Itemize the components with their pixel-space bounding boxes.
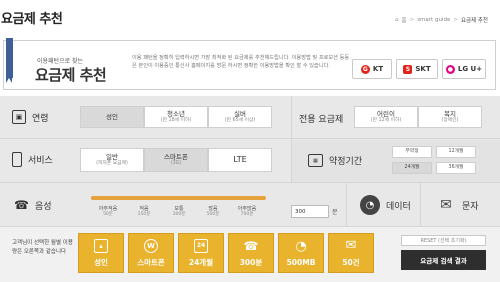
calendar-icon: 24 <box>194 238 208 253</box>
voice-tick[interactable]: 많음 500분 <box>198 206 228 218</box>
data-label: 데이터 <box>386 201 411 212</box>
column-divider <box>346 183 347 226</box>
home-icon[interactable]: ⌂ <box>395 17 399 23</box>
breadcrumb-separator: > <box>409 17 415 23</box>
option-sublabel: (3G) <box>170 161 182 166</box>
option-sublabel: (만 18세 이하) <box>160 118 192 123</box>
voice-tick[interactable]: 아주적음 50분 <box>90 206 126 218</box>
lguplus-logo-icon: ● <box>445 64 455 74</box>
service-option-feature-phone[interactable]: 일반 (피처폰 요금제) <box>80 148 144 172</box>
header-description: 이용 패턴을 정확히 입력하시면 가장 최적화 된 요금제를 추천해드립니다. … <box>132 55 350 69</box>
carrier-lguplus-label: LG U+ <box>457 65 483 73</box>
result-tile-contract: 24 24개월 <box>178 233 224 273</box>
contract-option-12[interactable]: 12개월 <box>436 146 476 158</box>
result-tile-voice: ☎ 300분 <box>228 233 274 273</box>
row-divider <box>0 138 500 139</box>
reset-button[interactable]: RESET (선택 초기화) <box>401 235 486 246</box>
contract-row-label: ▦ 약정기간 <box>308 154 362 167</box>
search-result-button[interactable]: 요금제 검색 결과 <box>401 250 486 270</box>
age-option-teen[interactable]: 청소년 (만 18세 이하) <box>144 106 208 128</box>
person-icon: ▣ <box>12 110 26 124</box>
special-plan-label: 전용 요금제 <box>299 115 344 125</box>
column-divider <box>420 183 421 226</box>
option-sublabel: (피처폰 요금제) <box>96 161 128 166</box>
pie-chart-icon: ◔ <box>295 239 307 254</box>
option-label: 24개월 <box>404 165 420 170</box>
option-label: 36개월 <box>448 165 464 170</box>
special-option-welfare[interactable]: 복지 (장애인) <box>418 106 482 128</box>
page-title: 요금제 추천 <box>1 12 63 27</box>
voice-tick[interactable]: 보통 300분 <box>164 206 194 218</box>
bookmark-ribbon-icon <box>6 38 13 83</box>
result-tile-sms: ✉ 50건 <box>328 233 374 273</box>
age-label: 연령 <box>32 113 49 124</box>
option-label: 일반 <box>106 153 118 161</box>
breadcrumb-separator: > <box>453 17 458 23</box>
voice-label: 음성 <box>34 201 52 212</box>
voice-tick[interactable]: 적음 150분 <box>129 206 159 218</box>
header-title: 요금제 추천 <box>35 66 107 84</box>
row-divider <box>0 182 500 183</box>
contract-option-none[interactable]: 무약정 <box>392 146 432 158</box>
option-sublabel: (만 12세 이하) <box>370 118 402 123</box>
voice-slider-fill <box>91 196 266 200</box>
option-label: 성인 <box>106 113 118 121</box>
voice-row-label: ☎ 음성 <box>14 198 52 212</box>
option-sublabel: (장애인) <box>441 118 459 123</box>
carrier-kt-label: KT <box>372 65 384 73</box>
carrier-kt-button[interactable]: G KT <box>352 59 392 79</box>
result-tile-age: ▴ 성인 <box>78 233 124 273</box>
breadcrumb-smart-guide[interactable]: smart guide <box>417 17 450 23</box>
phone-icon: ☎ <box>243 238 259 253</box>
envelope-icon: ✉ <box>440 197 452 213</box>
age-option-adult[interactable]: 성인 <box>80 106 144 128</box>
option-label: 무약정 <box>405 149 419 154</box>
person-icon: ▴ <box>94 238 108 253</box>
option-label: 복지 <box>444 110 456 118</box>
option-label: 12개월 <box>448 149 464 154</box>
age-row-label: ▣ 연령 <box>12 110 49 124</box>
service-row-label: 서비스 <box>12 152 53 167</box>
result-tile-service: W 스마트폰 <box>128 233 174 273</box>
kt-logo-icon: G <box>360 64 370 74</box>
option-label: 실버 <box>234 110 246 118</box>
option-label: 어린이 <box>377 110 395 118</box>
calendar-icon: ▦ <box>308 154 323 167</box>
result-tile-data: ◔ 500MB <box>278 233 324 273</box>
voice-tick[interactable]: 아주많음 700분 <box>228 206 266 218</box>
contract-option-24[interactable]: 24개월 <box>392 162 432 174</box>
contract-label: 약정기간 <box>329 157 363 167</box>
voice-unit: 분 <box>332 209 338 216</box>
option-label: 청소년 <box>167 110 185 118</box>
carrier-skt-label: SKT <box>415 65 431 73</box>
option-label: 스마트폰 <box>164 153 188 161</box>
option-label: LTE <box>233 155 247 164</box>
option-sublabel: (만 65세 이상) <box>224 118 256 123</box>
sms-label: 문자 <box>462 201 479 212</box>
skt-logo-icon: S <box>403 64 413 74</box>
carrier-lguplus-button[interactable]: ● LG U+ <box>442 59 486 79</box>
voice-minutes-input[interactable] <box>291 205 329 218</box>
age-option-silver[interactable]: 실버 (만 65세 이상) <box>208 106 272 128</box>
service-option-lte[interactable]: LTE <box>208 148 272 172</box>
carrier-skt-button[interactable]: S SKT <box>396 59 438 79</box>
result-description: 고객님이 선택한 월별 이용량은 오른쪽과 같습니다 <box>12 240 73 255</box>
smartphone-icon <box>12 152 22 167</box>
data-tab[interactable]: ◔ 데이터 <box>360 195 411 215</box>
w-icon: W <box>144 238 158 253</box>
breadcrumb-current: 요금제 추천 <box>460 18 488 24</box>
special-option-child[interactable]: 어린이 (만 12세 이하) <box>354 106 418 128</box>
phone-icon: ☎ <box>14 198 29 212</box>
sms-tab[interactable]: ✉ 문자 <box>436 195 479 215</box>
breadcrumb-home[interactable]: 홈 <box>402 16 407 24</box>
breadcrumb: ⌂ 홈 > smart guide > 요금제 추천 <box>395 16 488 24</box>
contract-option-36[interactable]: 36개월 <box>436 162 476 174</box>
service-option-smartphone[interactable]: 스마트폰 (3G) <box>144 148 208 172</box>
envelope-icon: ✉ <box>345 238 357 253</box>
pie-chart-icon: ◔ <box>360 195 380 215</box>
service-label: 서비스 <box>28 156 53 166</box>
